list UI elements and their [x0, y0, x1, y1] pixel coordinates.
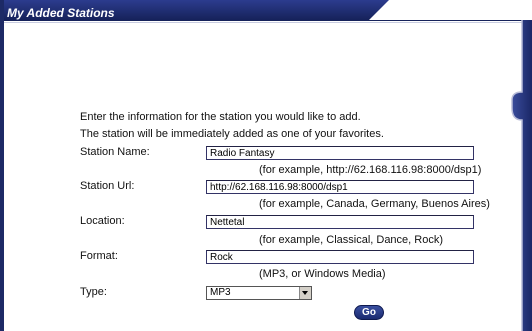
type-select[interactable]: MP3: [206, 286, 312, 300]
station-url-input[interactable]: [206, 180, 474, 194]
station-name-label: Station Name:: [80, 146, 150, 158]
station-name-input[interactable]: [206, 146, 474, 160]
station-name-hint: (for example, http://62.168.116.98:8000/…: [259, 164, 482, 176]
station-url-label: Station Url:: [80, 180, 135, 192]
intro-text-line1: Enter the information for the station yo…: [80, 111, 361, 123]
format-label: Format:: [80, 250, 118, 262]
format-hint: (MP3, or Windows Media): [259, 268, 386, 280]
location-hint: (for example, Classical, Dance, Rock): [259, 234, 444, 246]
intro-text-line2: The station will be immediately added as…: [80, 128, 384, 140]
type-select-value: MP3: [210, 287, 231, 298]
add-station-form: Enter the information for the station yo…: [0, 0, 532, 331]
format-input[interactable]: [206, 250, 474, 264]
type-label: Type:: [80, 286, 107, 298]
stations-panel: My Added Stations Enter the information …: [0, 0, 532, 331]
station-url-hint: (for example, Canada, Germany, Buenos Ai…: [259, 198, 490, 210]
go-button[interactable]: Go: [354, 305, 384, 320]
chevron-down-icon[interactable]: [299, 287, 311, 299]
location-label: Location:: [80, 215, 125, 227]
location-input[interactable]: [206, 215, 474, 229]
